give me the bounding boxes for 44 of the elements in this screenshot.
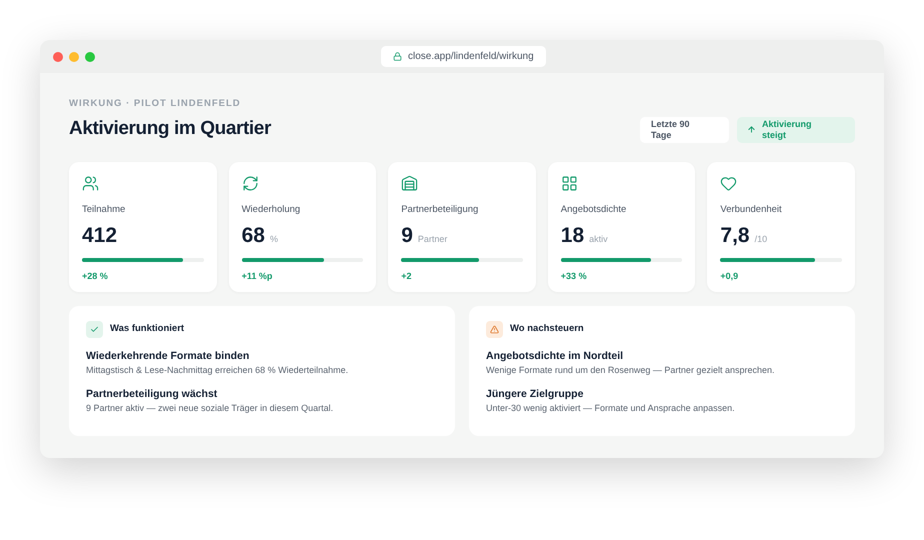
- metric-unit: aktiv: [589, 233, 608, 246]
- metric-label: Wiederholung: [242, 202, 302, 217]
- metric-unit: Partner: [418, 233, 448, 246]
- metric-value: 412: [82, 223, 118, 249]
- panel-title: Wo nachsteuern: [510, 322, 584, 336]
- insight-title: Wiederkehrende Formate binden: [86, 348, 250, 363]
- lock-icon: [393, 52, 402, 61]
- url-text: close.app/lindenfeld/wirkung: [408, 50, 534, 64]
- metric-value: 9: [401, 223, 413, 249]
- metric-unit: /10: [754, 233, 768, 246]
- address-bar[interactable]: close.app/lindenfeld/wirkung: [381, 46, 546, 67]
- refresh-icon: [242, 174, 259, 192]
- metric-delta: +0,9: [720, 270, 740, 283]
- metric-unit: %: [270, 233, 278, 246]
- grid-icon: [560, 174, 578, 192]
- arrow-up-icon: [747, 125, 756, 134]
- heart-icon: [720, 174, 738, 192]
- metric-label: Teilnahme: [82, 202, 126, 217]
- metric-value: 68: [242, 223, 265, 249]
- insight-text: Mittagstisch & Lese-Nachmittag erreichen 68 % Wiederteilnahme.: [86, 364, 350, 377]
- insight-text: 9 Partner aktiv — zwei neue soziale Träger in diesem Quartal.: [86, 402, 334, 415]
- insight-title: Angebotsdichte im Nordteil: [486, 348, 624, 363]
- warning-icon: [490, 324, 499, 334]
- trend-text: Aktivierung steigt: [762, 118, 813, 141]
- panel-title: Was funktioniert: [110, 322, 184, 336]
- people-icon: [82, 174, 99, 192]
- eyebrow-label: WIRKUNG · PILOT LINDENFELD: [69, 97, 242, 111]
- insight-text: Unter-30 wenig aktiviert — Formate und Ansprache anpassen.: [486, 402, 736, 415]
- metric-label: Verbundenheit: [720, 202, 783, 217]
- insight-title: Jüngere Zielgruppe: [486, 386, 584, 401]
- metric-delta: +11 %p: [242, 270, 274, 283]
- insight-text: Wenige Formate rund um den Rosenweg — Partner gezielt ansprechen.: [486, 364, 776, 377]
- metric-value: 18: [560, 223, 584, 249]
- page-title: Aktivierung im Quartier: [69, 117, 271, 142]
- building-icon: [401, 174, 418, 192]
- metric-value: 7,8: [720, 223, 750, 249]
- metric-delta: +28 %: [82, 270, 109, 283]
- period-selector[interactable]: Letzte 90 Tage: [640, 116, 729, 143]
- metric-delta: +2: [401, 270, 412, 283]
- metric-delta: +33 %: [560, 270, 588, 283]
- metric-label: Partnerbeteiligung: [401, 202, 480, 217]
- check-icon: [90, 324, 99, 334]
- metric-label: Angebotsdichte: [560, 202, 628, 217]
- insight-title: Partnerbeteiligung wächst: [86, 386, 218, 401]
